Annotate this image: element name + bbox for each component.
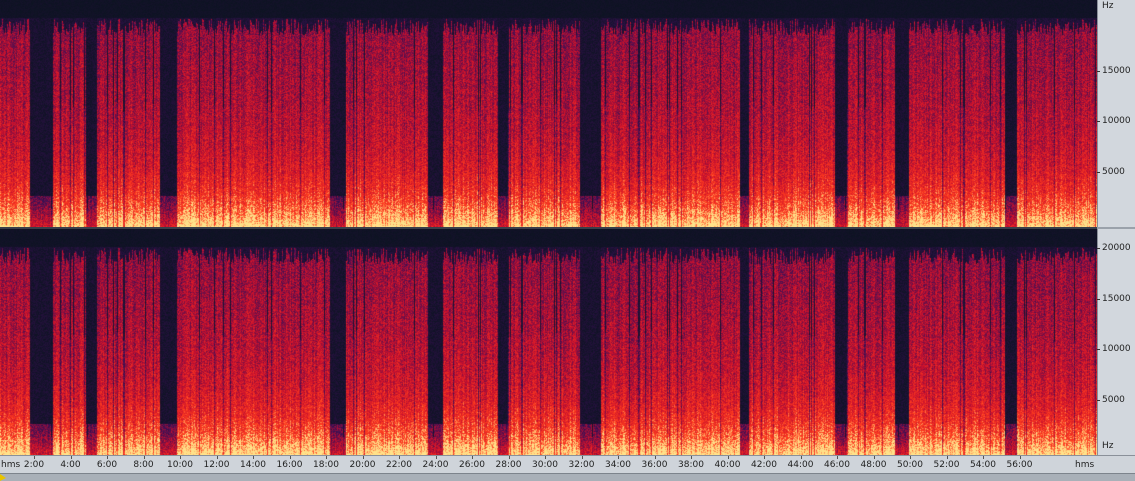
time-tick-label: 46:00 <box>824 460 850 470</box>
time-tick-label: 12:00 <box>203 460 230 470</box>
time-tick-label: 6:00 <box>96 460 118 470</box>
time-tick <box>727 456 729 459</box>
time-tick <box>654 456 656 459</box>
time-tick-label: 20:00 <box>349 460 376 470</box>
time-tick-label: 28:00 <box>495 460 522 470</box>
time-tick-label: 8:00 <box>133 460 154 470</box>
time-tick-label: 36:00 <box>641 460 668 470</box>
time-tick <box>435 456 437 459</box>
time-tick-label: 38:00 <box>678 460 704 470</box>
time-tick-label: 30:00 <box>532 460 558 470</box>
frequency-unit-label: Hz <box>1102 1 1114 11</box>
time-tick-label: 40:00 <box>714 460 741 470</box>
time-tick <box>800 456 802 459</box>
time-tick <box>362 456 364 459</box>
time-tick <box>764 456 765 459</box>
spectrogram-channel-top[interactable] <box>0 0 1097 227</box>
time-tick <box>837 456 838 459</box>
time-tick-label: 34:00 <box>605 460 631 470</box>
time-unit-label-right: hms <box>1075 460 1095 470</box>
frequency-tick-label: 15000 <box>1097 66 1131 76</box>
frequency-tick-label: 10000 <box>1097 116 1131 126</box>
time-tick-label: 26:00 <box>459 460 485 470</box>
spectrogram-channel-bottom[interactable] <box>0 229 1097 455</box>
time-tick <box>216 456 218 459</box>
time-tick-label: 54:00 <box>970 460 996 470</box>
time-tick-label: 4:00 <box>60 460 81 470</box>
frequency-tick-label: 5000 <box>1097 395 1125 405</box>
time-tick <box>983 456 984 459</box>
frequency-tick-label: 15000 <box>1097 294 1131 304</box>
time-tick-label: 50:00 <box>897 460 923 470</box>
time-tick-label: 52:00 <box>933 460 960 470</box>
frequency-tick-label: 5000 <box>1097 167 1125 177</box>
time-tick <box>70 456 72 459</box>
time-tick <box>1019 456 1021 459</box>
time-tick <box>143 456 145 459</box>
time-tick-label: 18:00 <box>313 460 339 470</box>
time-tick <box>910 456 911 459</box>
spectrogram-canvas-top[interactable] <box>0 0 1097 227</box>
time-tick <box>326 456 327 459</box>
time-tick-label: 22:00 <box>386 460 412 470</box>
time-tick <box>253 456 254 459</box>
ruler-corner <box>1097 455 1135 474</box>
time-tick <box>508 456 510 459</box>
time-tick-label: 10:00 <box>167 460 193 470</box>
time-tick <box>545 456 546 459</box>
time-tick <box>873 456 875 459</box>
time-tick <box>618 456 619 459</box>
frequency-ruler-bottom: 20000 15000 10000 5000 Hz <box>1097 229 1135 455</box>
spectrogram-canvas-bottom[interactable] <box>0 229 1097 455</box>
frequency-tick-label: 10000 <box>1097 344 1131 354</box>
time-tick-label: 44:00 <box>787 460 814 470</box>
time-unit-label-left: hms <box>1 460 21 470</box>
time-tick <box>107 456 108 459</box>
time-tick <box>946 456 948 459</box>
time-tick-label: 24:00 <box>422 460 449 470</box>
time-tick-label: 56:00 <box>1006 460 1033 470</box>
time-tick <box>399 456 400 459</box>
time-tick <box>289 456 291 459</box>
frequency-ruler-top: Hz 15000 10000 5000 <box>1097 0 1135 227</box>
time-tick <box>34 456 35 459</box>
time-tick-label: 14:00 <box>240 460 266 470</box>
time-tick <box>472 456 473 459</box>
time-tick-label: 16:00 <box>276 460 303 470</box>
time-tick-label: 42:00 <box>751 460 777 470</box>
frequency-unit-label: Hz <box>1102 441 1114 451</box>
time-tick-label: 32:00 <box>568 460 595 470</box>
time-tick-label: 48:00 <box>860 460 887 470</box>
frequency-tick-label: 20000 <box>1097 243 1131 253</box>
time-tick <box>691 456 692 459</box>
time-tick <box>581 456 583 459</box>
time-tick <box>180 456 181 459</box>
time-ruler[interactable]: hms hms 2:00 4:00 6:00 8:00 10:00 12:00 14:00 1… <box>0 455 1097 474</box>
time-tick-label: 2:00 <box>23 460 45 470</box>
